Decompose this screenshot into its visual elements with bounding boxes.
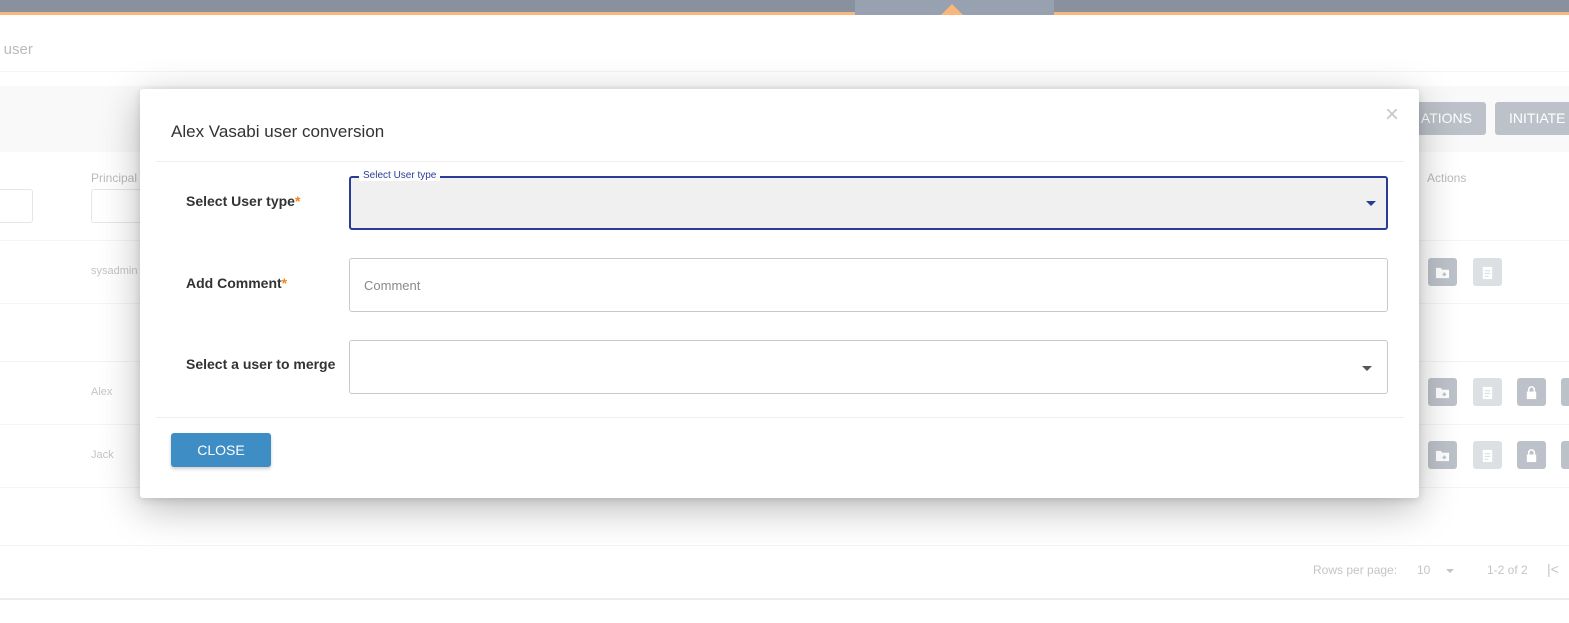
close-button[interactable]: CLOSE bbox=[171, 433, 271, 467]
comment-label: Add Comment* bbox=[186, 275, 287, 291]
merge-user-label: Select a user to merge bbox=[186, 356, 336, 372]
chevron-down-icon bbox=[1362, 366, 1372, 371]
required-marker: * bbox=[281, 275, 288, 291]
dialog-header-divider bbox=[156, 161, 1404, 162]
user-type-floating-label: Select User type bbox=[359, 170, 441, 181]
merge-user-select[interactable] bbox=[349, 340, 1388, 394]
dialog-footer-divider bbox=[156, 417, 1404, 418]
user-type-label-text: Select User type bbox=[186, 193, 295, 209]
comment-field bbox=[349, 258, 1388, 312]
required-marker: * bbox=[294, 193, 301, 209]
chevron-down-icon bbox=[1366, 201, 1376, 206]
user-type-select[interactable]: Select User type bbox=[349, 170, 1388, 230]
user-conversion-dialog: Alex Vasabi user conversion × Select Use… bbox=[140, 89, 1419, 498]
close-icon[interactable]: × bbox=[1385, 103, 1399, 127]
dialog-title: Alex Vasabi user conversion bbox=[171, 122, 385, 141]
comment-label-text: Add Comment bbox=[186, 275, 282, 291]
comment-input[interactable] bbox=[350, 259, 1387, 311]
user-type-label: Select User type* bbox=[186, 193, 300, 209]
